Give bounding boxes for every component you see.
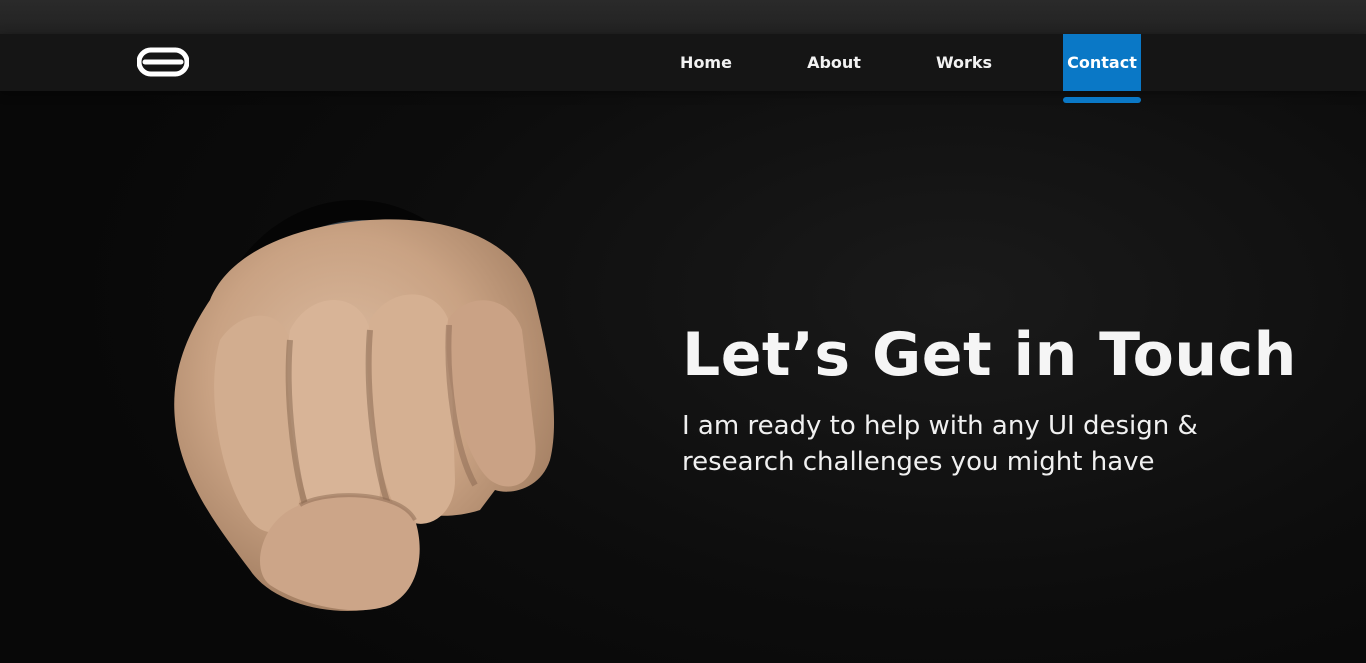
nav-home-link[interactable]: Home bbox=[670, 34, 742, 91]
page-title: Let’s Get in Touch bbox=[682, 320, 1297, 391]
active-nav-indicator bbox=[1063, 97, 1141, 103]
nav-works-link[interactable]: Works bbox=[928, 34, 1000, 91]
link-logo-icon[interactable] bbox=[136, 43, 190, 81]
browser-top-strip bbox=[0, 0, 1366, 34]
hero-subtext: I am ready to help with any UI design & … bbox=[682, 411, 1198, 477]
nav-about-link[interactable]: About bbox=[798, 34, 870, 91]
fist-bump-3d-icon bbox=[150, 190, 580, 630]
contact-page: Home About Works Contact Let’s Get in To… bbox=[0, 0, 1366, 663]
top-navbar: Home About Works Contact bbox=[0, 34, 1366, 91]
nav-contact-link[interactable]: Contact bbox=[1063, 34, 1141, 91]
